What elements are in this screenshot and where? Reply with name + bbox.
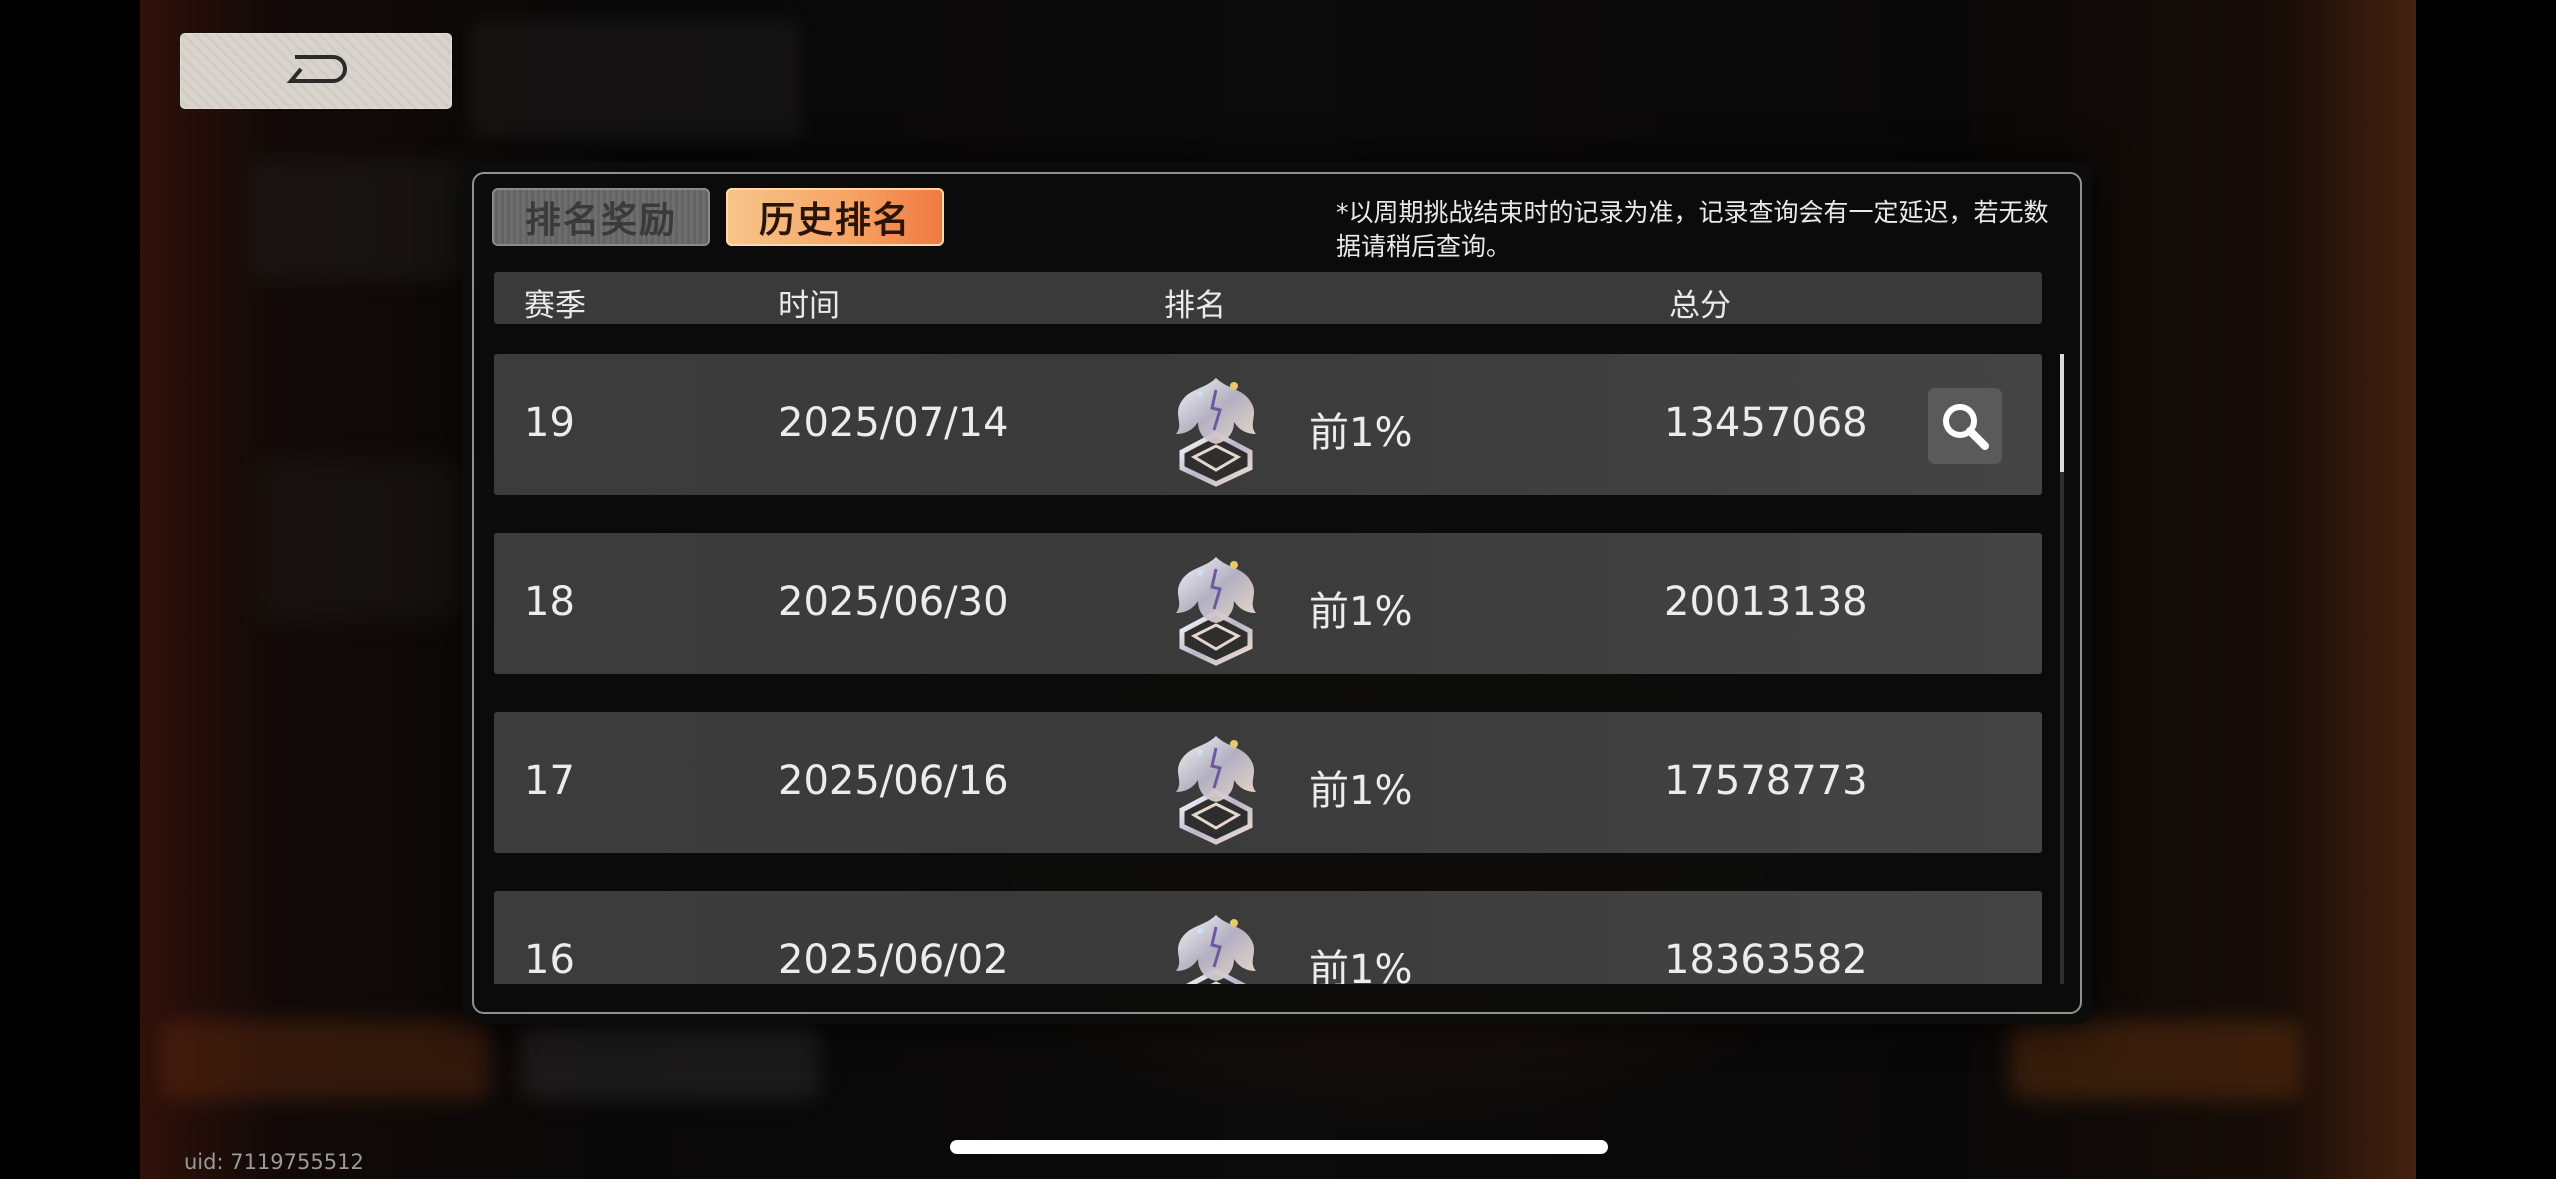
- season-value: 18: [524, 579, 575, 625]
- history-row[interactable]: 17 2025/06/16 前1% 17578773: [494, 712, 2042, 853]
- date-value: 2025/06/30: [778, 579, 1009, 625]
- magnifier-icon: [1943, 404, 1989, 450]
- tab-history-ranking[interactable]: 历史排名: [726, 188, 944, 246]
- date-value: 2025/06/16: [778, 758, 1009, 804]
- column-rank: 排名: [1164, 288, 1226, 324]
- rank-crest-icon: [1176, 557, 1256, 666]
- rank-crest-icon: [1176, 736, 1256, 845]
- game-screen: 排名奖励 历史排名 *以周期挑战结束时的记录为准，记录查询会有一定延迟，若无数据…: [0, 0, 2556, 1179]
- rank-crest-icon: [1176, 915, 1256, 984]
- search-button[interactable]: [1928, 388, 2002, 464]
- uid-label: uid: 7119755512: [184, 1150, 364, 1174]
- column-season: 赛季: [524, 288, 586, 324]
- rank-crest-icon: [1176, 378, 1256, 487]
- home-indicator[interactable]: [950, 1140, 1608, 1154]
- history-row[interactable]: 16 2025/06/02 前1% 18363582: [494, 891, 2042, 984]
- rank-value: 前1%: [1309, 589, 1413, 635]
- score-value: 13457068: [1664, 400, 1868, 446]
- season-value: 19: [524, 400, 575, 446]
- season-value: 16: [524, 937, 575, 983]
- score-value: 17578773: [1664, 758, 1868, 804]
- history-row[interactable]: 18 2025/06/30 前1% 20013138: [494, 533, 2042, 674]
- notice-text: *以周期挑战结束时的记录为准，记录查询会有一定延迟，若无数据请稍后查询。: [1336, 198, 2049, 261]
- score-value: 20013138: [1664, 579, 1868, 625]
- back-button[interactable]: [180, 33, 452, 109]
- rank-value: 前1%: [1309, 410, 1413, 456]
- history-list[interactable]: 19 2025/07/14 前1% 13457068 18 2025/06/30…: [494, 354, 2062, 984]
- rank-value: 前1%: [1309, 768, 1413, 814]
- list-scrollbar[interactable]: [2060, 354, 2064, 984]
- scrollbar-thumb[interactable]: [2060, 354, 2064, 472]
- column-score: 总分: [1669, 288, 1731, 324]
- date-value: 2025/06/02: [778, 937, 1009, 983]
- table-header: 赛季 时间 排名 总分: [494, 272, 2042, 324]
- return-arrow-icon: [286, 55, 347, 83]
- history-ranking-panel: 排名奖励 历史排名 *以周期挑战结束时的记录为准，记录查询会有一定延迟，若无数据…: [462, 162, 2092, 1024]
- column-time: 时间: [778, 288, 840, 324]
- score-value: 18363582: [1664, 937, 1868, 983]
- season-value: 17: [524, 758, 575, 804]
- tab-rank-rewards[interactable]: 排名奖励: [492, 188, 710, 246]
- history-row[interactable]: 19 2025/07/14 前1% 13457068: [494, 354, 2042, 495]
- date-value: 2025/07/14: [778, 400, 1009, 446]
- rank-value: 前1%: [1309, 947, 1413, 984]
